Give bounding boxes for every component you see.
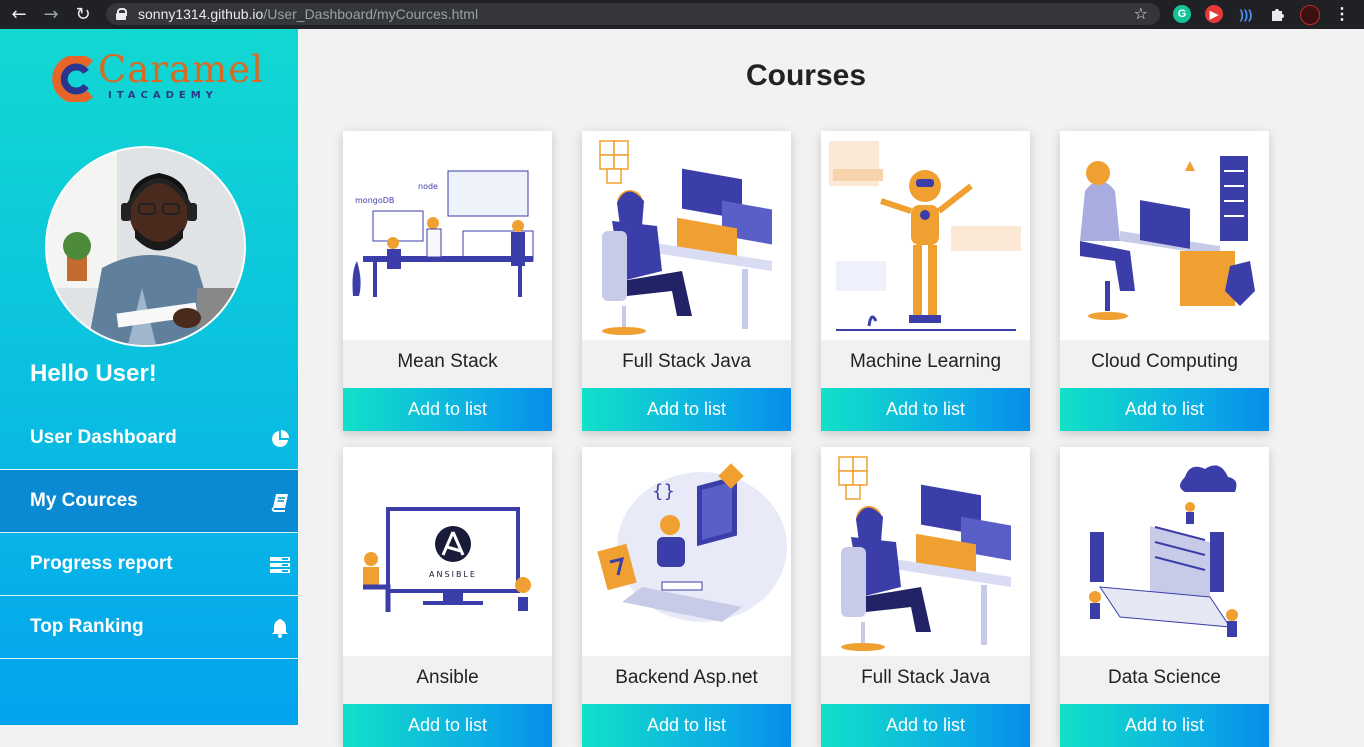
course-card: Full Stack Java Add to list [582, 131, 791, 431]
sidebar-item-progress-report[interactable]: Progress report [0, 533, 298, 596]
wifi-extension-icon[interactable]: ))) [1237, 5, 1255, 23]
logo-mark-icon [52, 56, 93, 102]
sidebar-item-my-cources[interactable]: My Cources [0, 470, 298, 533]
svg-text:node: node [418, 182, 438, 191]
sidebar: Caramel ITACADEMY Hello User! User Dashb… [0, 29, 298, 725]
sidebar-item-label: User Dashboard [30, 427, 177, 448]
add-to-list-button[interactable]: Add to list [582, 388, 791, 431]
caramel-logo[interactable]: Caramel ITACADEMY [50, 48, 263, 107]
course-illustration [821, 447, 1030, 656]
course-name: Backend Asp.net [582, 656, 791, 704]
page-title: Courses [745, 59, 867, 92]
menu-dots-icon[interactable]: ⋮ [1333, 5, 1351, 23]
url-host: sonny1314.github.io [138, 6, 264, 22]
course-illustration: mongoDB node [343, 131, 552, 340]
logo-title: Caramel [98, 48, 264, 91]
grammarly-icon[interactable]: G [1173, 5, 1191, 23]
course-card: {} Backend Asp.net Add to list [582, 447, 791, 747]
profile-avatar-icon[interactable] [1300, 5, 1320, 25]
add-to-list-button[interactable]: Add to list [582, 704, 791, 747]
course-card: Cloud Computing Add to list [1060, 131, 1269, 431]
lock-icon [116, 8, 127, 20]
pie-chart-icon [272, 430, 289, 447]
address-bar[interactable]: sonny1314.github.io/User_Dashboard/myCou… [106, 3, 1160, 25]
browser-toolbar: ← → ↻ sonny1314.github.io/User_Dashboard… [0, 0, 1364, 29]
sidebar-item-user-dashboard[interactable]: User Dashboard [0, 407, 298, 470]
course-card: Machine Learning Add to list [821, 131, 1030, 431]
svg-text:ANSIBLE: ANSIBLE [429, 570, 477, 579]
course-card: ANSIBLE Ansible Add to list [343, 447, 552, 747]
url-path: /User_Dashboard/myCources.html [263, 6, 479, 22]
sidebar-item-label: My Cources [30, 490, 138, 511]
bell-icon [272, 619, 288, 638]
sidebar-item-label: Top Ranking [30, 616, 144, 637]
list-icon [270, 557, 290, 573]
svg-text:mongoDB: mongoDB [355, 196, 394, 205]
greeting: Hello User! [30, 360, 157, 387]
course-name: Ansible [343, 656, 552, 704]
course-card: Full Stack Java Add to list [821, 447, 1030, 747]
add-to-list-button[interactable]: Add to list [1060, 704, 1269, 747]
course-card: mongoDB node Mean Stack Add to list [343, 131, 552, 431]
course-illustration: {} [582, 447, 791, 656]
course-name: Full Stack Java [582, 340, 791, 388]
course-name: Cloud Computing [1060, 340, 1269, 388]
add-to-list-button[interactable]: Add to list [821, 704, 1030, 747]
sidebar-item-label: Progress report [30, 553, 173, 574]
avatar [45, 146, 246, 347]
extensions-puzzle-icon[interactable] [1268, 5, 1286, 23]
reload-icon[interactable]: ↻ [68, 0, 98, 29]
course-illustration [821, 131, 1030, 340]
sidebar-item-top-ranking[interactable]: Top Ranking [0, 596, 298, 659]
record-extension-icon[interactable]: ▶ [1205, 5, 1223, 23]
bookmark-star-icon[interactable]: ☆ [1134, 4, 1148, 23]
svg-text:{}: {} [652, 481, 675, 502]
forward-icon[interactable]: → [36, 0, 66, 29]
course-name: Machine Learning [821, 340, 1030, 388]
sidebar-menu: User Dashboard My Cources Progress repor… [0, 407, 298, 659]
course-illustration: ANSIBLE [343, 447, 552, 656]
add-to-list-button[interactable]: Add to list [343, 704, 552, 747]
course-illustration [1060, 131, 1269, 340]
logo-subtitle: ITACADEMY [108, 90, 218, 101]
course-name: Mean Stack [343, 340, 552, 388]
add-to-list-button[interactable]: Add to list [821, 388, 1030, 431]
course-illustration [1060, 447, 1269, 656]
course-card: Data Science Add to list [1060, 447, 1269, 747]
add-to-list-button[interactable]: Add to list [343, 388, 552, 431]
course-name: Data Science [1060, 656, 1269, 704]
main-content: Courses mongoDB node Mean Stack Add to l… [298, 29, 1364, 747]
back-icon[interactable]: ← [4, 0, 34, 29]
book-icon [271, 494, 288, 512]
add-to-list-button[interactable]: Add to list [1060, 388, 1269, 431]
course-illustration [582, 131, 791, 340]
course-name: Full Stack Java [821, 656, 1030, 704]
